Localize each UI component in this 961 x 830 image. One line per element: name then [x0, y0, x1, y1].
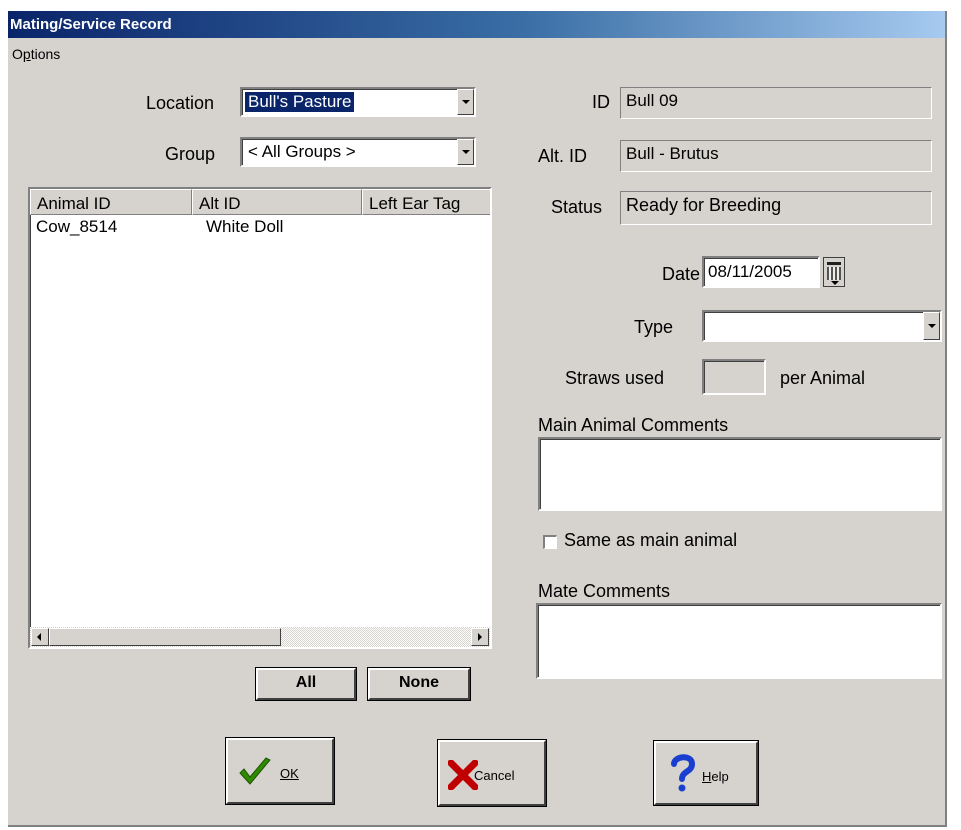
id-field: Bull 09 [620, 87, 932, 119]
help-label: Help [702, 769, 729, 784]
scroll-left-button[interactable] [31, 628, 49, 646]
location-select[interactable]: Bull's Pasture [240, 87, 476, 117]
location-label: Location [146, 93, 215, 113]
select-all-button[interactable]: All [255, 667, 357, 701]
group-select[interactable]: < All Groups > [240, 137, 476, 167]
question-mark-icon [671, 754, 696, 792]
straws-used-label: Straws used [565, 368, 665, 388]
date-input[interactable]: 08/11/2005 [702, 256, 820, 288]
column-header-left-ear-tag[interactable]: Left Ear Tag [362, 189, 490, 215]
ok-label: OK [280, 766, 299, 781]
status-field: Ready for Breeding [620, 191, 932, 225]
mate-comments-textarea[interactable] [536, 603, 942, 679]
ok-button[interactable]: OK [225, 737, 335, 805]
same-as-main-animal-label[interactable]: Same as main animal [564, 530, 737, 551]
location-dropdown-button[interactable] [457, 89, 474, 115]
checkmark-icon [239, 757, 271, 785]
select-none-button[interactable]: None [367, 667, 471, 701]
group-dropdown-button[interactable] [457, 139, 474, 165]
alt-id-label: Alt. ID [538, 146, 588, 166]
group-value: < All Groups > [248, 142, 356, 161]
mate-comments-label: Mate Comments [538, 581, 671, 601]
scroll-thumb[interactable] [49, 628, 281, 646]
type-select[interactable] [702, 310, 942, 342]
column-header-animal-id[interactable]: Animal ID [30, 189, 192, 215]
type-dropdown-button[interactable] [923, 312, 940, 340]
horizontal-scrollbar[interactable] [30, 627, 490, 647]
alt-id-field: Bull - Brutus [620, 140, 932, 172]
window-title: Mating/Service Record [10, 16, 172, 33]
straws-used-input[interactable] [702, 359, 766, 395]
animal-list[interactable]: Animal ID Alt ID Left Ear Tag Cow_8514 W… [28, 187, 492, 649]
main-animal-comments-label: Main Animal Comments [538, 415, 729, 435]
group-label: Group [165, 144, 216, 164]
mating-service-dialog: Mating/Service Record Options Location B… [8, 11, 947, 827]
scroll-right-button[interactable] [471, 628, 489, 646]
type-label: Type [634, 317, 674, 337]
calendar-icon[interactable] [823, 257, 845, 287]
same-as-main-animal-checkbox[interactable] [543, 535, 557, 549]
cancel-button[interactable]: Cancel [437, 739, 547, 807]
location-value: Bull's Pasture [245, 92, 355, 112]
menu-options[interactable]: Options [12, 46, 60, 62]
date-label: Date [662, 264, 701, 284]
column-header-alt-id[interactable]: Alt ID [192, 189, 362, 215]
main-animal-comments-textarea[interactable] [538, 437, 942, 511]
cell-alt-id: White Doll [206, 217, 284, 236]
status-label: Status [551, 197, 603, 217]
id-label: ID [592, 92, 610, 112]
per-animal-label: per Animal [780, 368, 866, 388]
title-bar[interactable]: Mating/Service Record [8, 11, 945, 38]
cancel-label: Cancel [474, 768, 515, 783]
cell-animal-id: Cow_8514 [36, 217, 118, 236]
menu-bar: Options [8, 40, 945, 64]
help-button[interactable]: Help [653, 740, 759, 806]
list-item[interactable]: Cow_8514 White Doll [30, 217, 490, 239]
